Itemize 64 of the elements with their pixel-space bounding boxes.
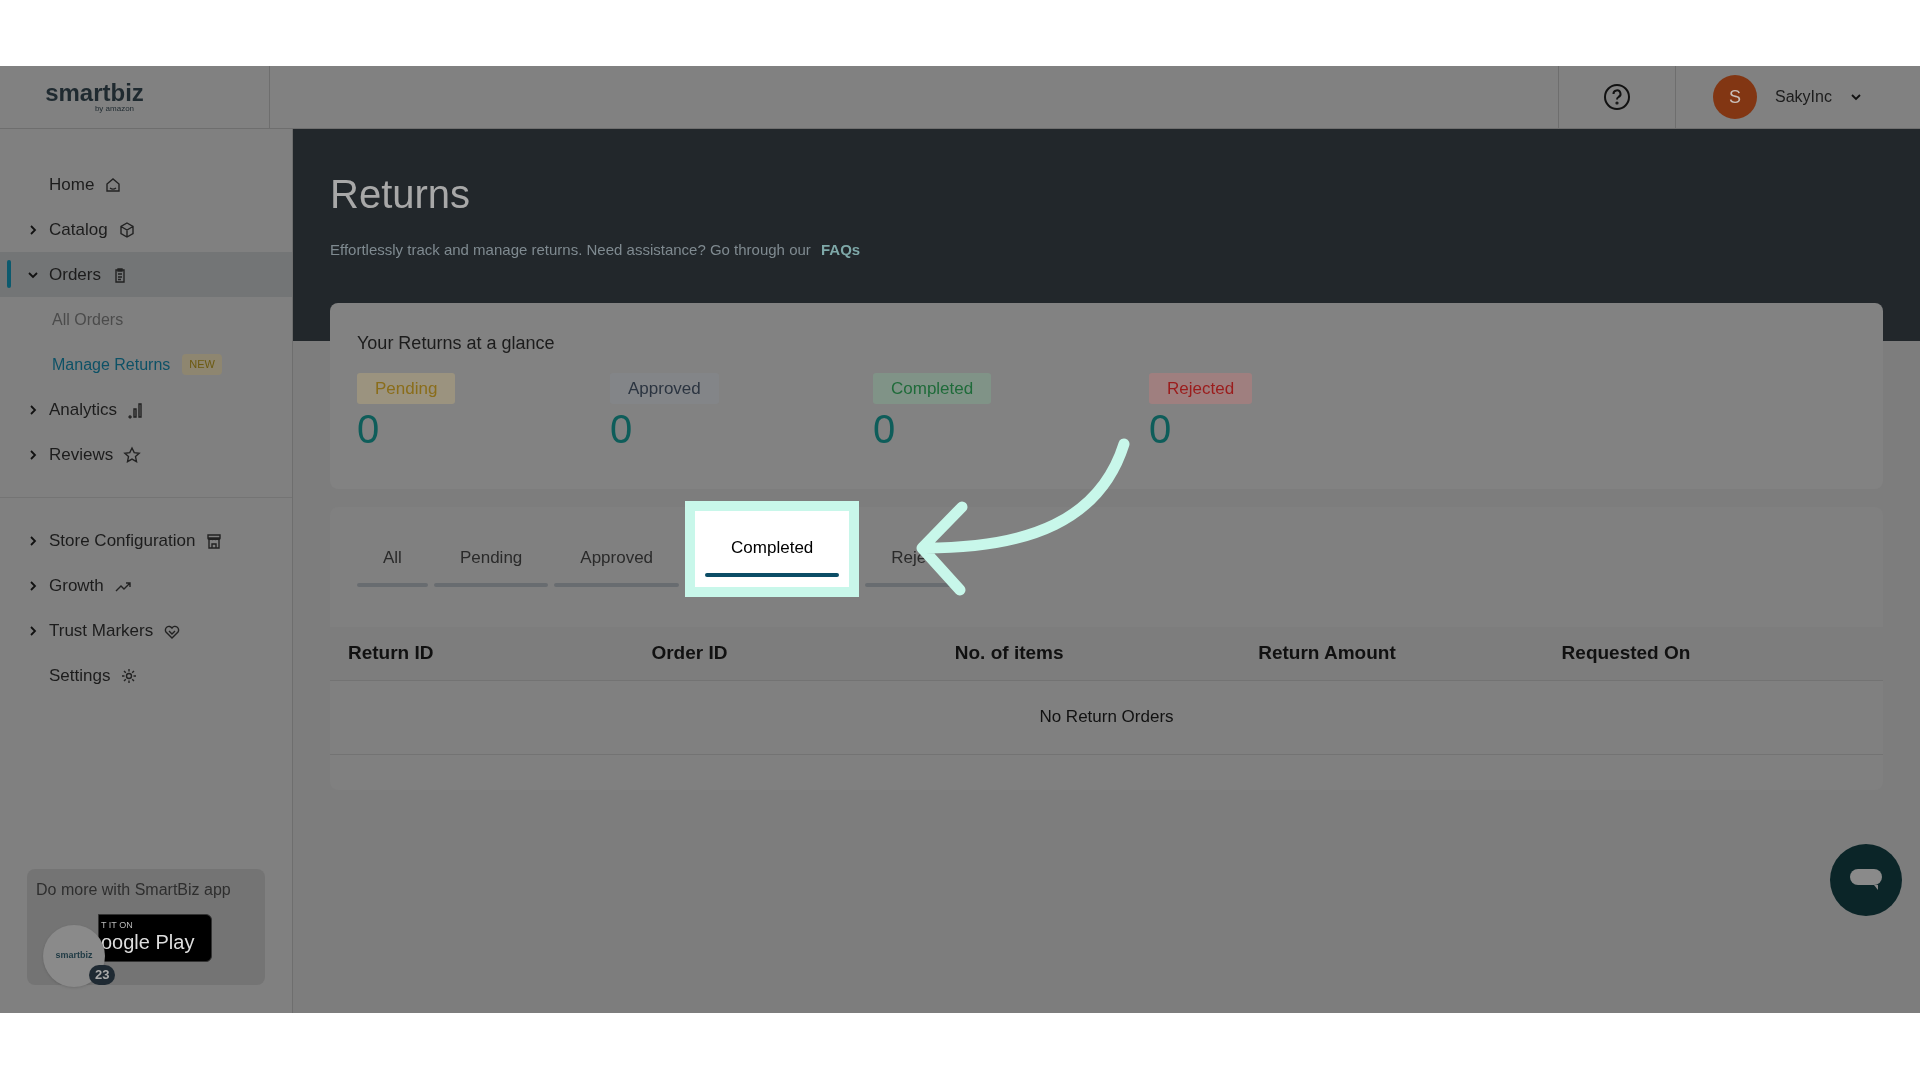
chevron-icon[interactable] bbox=[27, 403, 39, 416]
status-tab[interactable]: Reje bbox=[865, 545, 953, 587]
chevron-icon[interactable] bbox=[27, 579, 39, 592]
page-subtitle: Effortlessly track and manage returns. Need assistance? Go through our FAQs bbox=[330, 240, 862, 260]
column-header: Requested On bbox=[1561, 640, 1692, 665]
status-count: 0 bbox=[610, 406, 633, 453]
home-icon bbox=[104, 175, 123, 194]
sidebar-item[interactable]: Trust Markers bbox=[0, 608, 292, 653]
sidebar-label: Home bbox=[49, 173, 95, 196]
sidebar-label: Catalog bbox=[49, 218, 108, 241]
logo-subtext: by amazon bbox=[94, 105, 135, 113]
status-tab[interactable]: Approved bbox=[554, 545, 680, 587]
user-avatar[interactable]: S bbox=[1713, 75, 1757, 119]
status-tab[interactable]: All bbox=[357, 545, 428, 587]
chevron-icon[interactable] bbox=[1849, 91, 1862, 103]
sidebar-label: Growth bbox=[49, 574, 104, 597]
status-count: 0 bbox=[357, 406, 380, 453]
sidebar-label: Settings bbox=[49, 664, 111, 687]
gear-icon bbox=[120, 666, 139, 685]
bubble-logo: smartbiz bbox=[55, 949, 93, 963]
sidebar-item[interactable]: Home bbox=[0, 162, 292, 207]
empty-message: No Return Orders bbox=[1039, 706, 1174, 729]
sidebar-item[interactable]: Orders bbox=[0, 252, 292, 297]
logo-text: smartbiz bbox=[45, 81, 144, 105]
glance-title: Your Returns at a glance bbox=[357, 331, 556, 355]
column-header: Order ID bbox=[651, 640, 729, 665]
sidebar-item[interactable]: Settings bbox=[0, 653, 292, 698]
user-name[interactable]: SakyInc bbox=[1775, 85, 1832, 109]
sidebar-item[interactable]: Catalog bbox=[0, 207, 292, 252]
column-header: No. of items bbox=[954, 640, 1065, 665]
status-count: 0 bbox=[1149, 406, 1172, 453]
column-header: Return Amount bbox=[1258, 640, 1397, 665]
status-tag: Rejected bbox=[1149, 372, 1253, 404]
sidebar-subitem[interactable]: Manage Returns bbox=[52, 352, 171, 377]
sidebar-label: Reviews bbox=[49, 443, 114, 466]
help-icon[interactable] bbox=[1603, 83, 1631, 111]
status-tag: Completed bbox=[873, 372, 992, 404]
star-icon bbox=[123, 445, 142, 464]
sidebar-item[interactable]: Store Configuration bbox=[0, 518, 292, 563]
sidebar-label: Analytics bbox=[49, 398, 118, 421]
sidebar-item[interactable]: Growth bbox=[0, 563, 292, 608]
status-tag: Approved bbox=[610, 372, 719, 404]
sidebar-label: Orders bbox=[49, 263, 101, 286]
column-header: Return ID bbox=[348, 640, 435, 665]
count-badge: 23 bbox=[89, 965, 116, 985]
chevron-icon[interactable] bbox=[27, 534, 39, 547]
faqs-link[interactable]: FAQs bbox=[821, 241, 861, 258]
new-badge: NEW bbox=[182, 354, 222, 375]
sidebar-label: Trust Markers bbox=[49, 619, 154, 642]
chevron-icon[interactable] bbox=[27, 223, 39, 236]
promo-text: Do more with SmartBiz app bbox=[36, 880, 232, 900]
page-title: Returns bbox=[330, 171, 472, 218]
chevron-icon[interactable] bbox=[27, 448, 39, 461]
sidebar-label: Store Configuration bbox=[49, 529, 196, 552]
chevron-icon[interactable] bbox=[27, 624, 39, 637]
status-tab[interactable]: Pending bbox=[433, 545, 549, 587]
storefront-icon bbox=[205, 531, 224, 550]
sidebar-item[interactable]: Analytics bbox=[0, 387, 292, 432]
google-play-badge[interactable]: T IT ON oogle Play bbox=[98, 914, 212, 962]
box-icon bbox=[117, 220, 136, 239]
status-tag: Pending bbox=[357, 372, 456, 404]
status-tab[interactable]: Completed bbox=[685, 501, 860, 597]
status-count: 0 bbox=[873, 406, 896, 453]
sidebar-item[interactable]: Reviews bbox=[0, 432, 292, 477]
